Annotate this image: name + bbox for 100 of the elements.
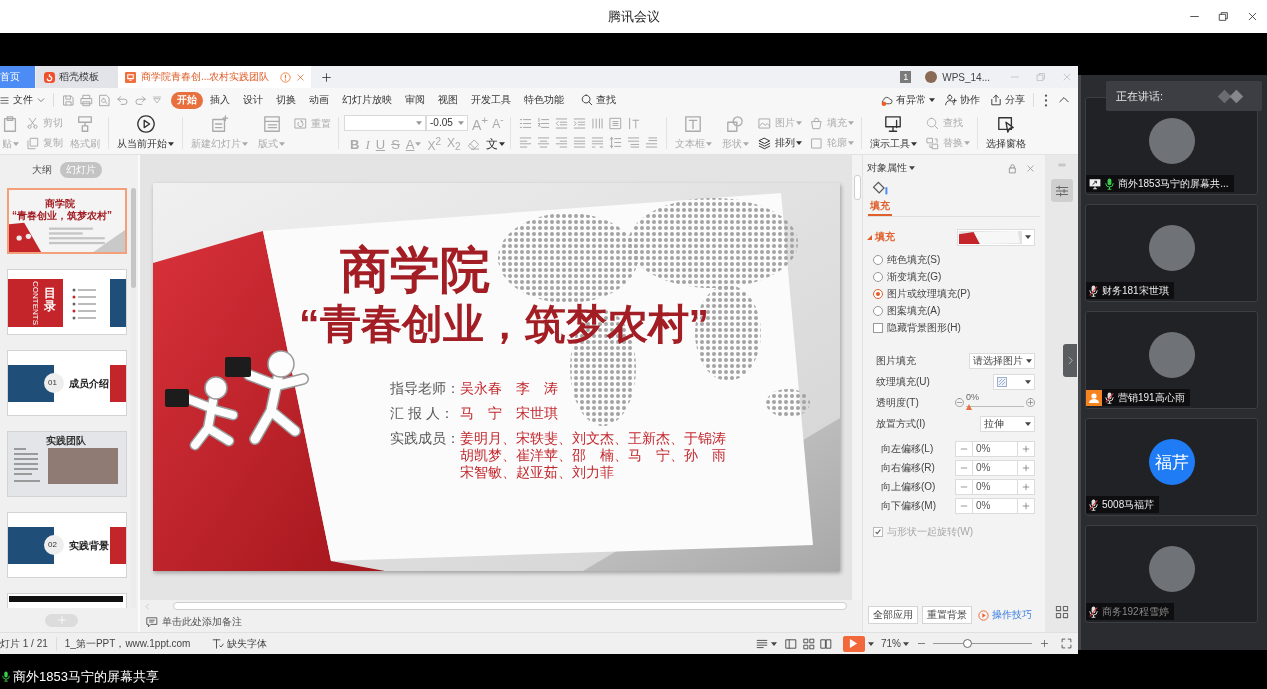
slide-sorter-icon[interactable] xyxy=(803,637,815,650)
collaborate-button[interactable]: 协作 xyxy=(945,93,980,107)
document-tab[interactable]: 商学院青春创...农村实践团队 xyxy=(118,66,312,88)
fit-to-window-icon[interactable] xyxy=(1061,638,1072,649)
ribbon-tab[interactable]: 幻灯片放映 xyxy=(336,91,398,109)
scrollbar-thumb[interactable] xyxy=(853,175,861,200)
slideshow-button[interactable] xyxy=(843,635,865,652)
undo-icon[interactable] xyxy=(116,93,129,107)
notes-field[interactable]: 单击此处添加备注 xyxy=(162,615,242,629)
offset-stepper[interactable]: 0% xyxy=(955,440,1035,457)
slide-thumbnail[interactable]: 01 成员介绍 xyxy=(7,350,127,416)
paragraph-spacing-icon[interactable] xyxy=(644,136,658,149)
plus-icon[interactable] xyxy=(1022,444,1030,453)
ribbon-tab[interactable]: 开发工具 xyxy=(465,91,517,109)
redo-icon[interactable] xyxy=(134,93,147,107)
search-button[interactable]: 查找 xyxy=(581,93,616,107)
ribbon-tab[interactable]: 视图 xyxy=(432,91,464,109)
offset-stepper[interactable]: 0% xyxy=(955,497,1035,514)
slide-thumbnail[interactable]: 02 实践背景 xyxy=(7,512,127,578)
zoom-in-icon[interactable] xyxy=(1040,639,1049,648)
offset-stepper[interactable]: 0% xyxy=(955,459,1035,476)
document-tab[interactable]: 稻壳模板 xyxy=(36,66,118,88)
arrange-button[interactable]: 排列 xyxy=(757,134,802,152)
text-box-align-icon[interactable] xyxy=(608,117,622,130)
file-menu[interactable]: 文件 xyxy=(0,93,45,107)
muted-microphone-icon[interactable] xyxy=(1105,391,1114,404)
panel-button[interactable]: 全部应用 xyxy=(868,606,918,624)
radio-button[interactable] xyxy=(873,288,883,299)
ribbon-tab[interactable]: 动画 xyxy=(303,91,335,109)
lock-icon[interactable] xyxy=(1007,162,1018,174)
participant-tile[interactable]: 商务192程雪婷 xyxy=(1085,525,1258,623)
collapse-panel-button[interactable] xyxy=(1063,344,1077,377)
missing-fonts-button[interactable]: 缺失字体 xyxy=(212,636,268,651)
restore-icon[interactable] xyxy=(1218,11,1229,22)
ribbon-tab[interactable]: 插入 xyxy=(204,91,236,109)
ribbon-tab[interactable]: 设计 xyxy=(237,91,269,109)
normal-view-icon[interactable] xyxy=(785,637,797,650)
play-from-current-button[interactable]: 从当前开始 xyxy=(116,112,175,154)
bulleted-list-icon[interactable] xyxy=(518,117,532,130)
share-button[interactable]: 分享 xyxy=(990,93,1025,107)
line-spacing-icon[interactable] xyxy=(608,136,622,149)
zoom-slider-thumb[interactable] xyxy=(962,639,972,648)
slide-thumbnail[interactable]: 实践团队 xyxy=(7,431,127,497)
font-size-field[interactable]: -0.05 xyxy=(426,114,468,131)
properties-pane-button[interactable] xyxy=(1050,179,1073,202)
radio-button[interactable] xyxy=(873,254,883,265)
decrease-indent-icon[interactable] xyxy=(554,117,568,130)
object-properties-menu[interactable]: 对象属性 xyxy=(867,161,915,175)
radio-button[interactable] xyxy=(873,305,883,316)
muted-microphone-icon[interactable] xyxy=(1089,498,1098,511)
participant-tile[interactable]: 福芹 5008马福芹 xyxy=(1085,418,1258,516)
participant-tile[interactable]: 营销191高心雨 xyxy=(1085,311,1258,409)
tips-link[interactable]: 操作技巧 xyxy=(978,608,1032,622)
align-right-icon[interactable] xyxy=(554,136,568,149)
panel-button[interactable]: 重置背景 xyxy=(922,606,972,624)
paragraph-spacing-icon[interactable] xyxy=(626,136,640,149)
muted-microphone-icon[interactable] xyxy=(1089,605,1098,618)
transparency-slider-track[interactable]: 0% xyxy=(966,393,1024,412)
muted-microphone-icon[interactable] xyxy=(1089,284,1098,297)
align-center-icon[interactable] xyxy=(536,136,550,149)
font-name-field[interactable] xyxy=(344,114,426,131)
presenter-tools-button[interactable]: 演示工具 xyxy=(868,112,918,154)
radio-button[interactable] xyxy=(873,271,883,282)
more-icon[interactable] xyxy=(1044,93,1048,107)
zoom-level-button[interactable]: 71% xyxy=(881,638,909,649)
placement-dropdown[interactable]: 拉伸 xyxy=(980,415,1035,432)
option-label[interactable]: 隐藏背景图形(H) xyxy=(887,320,961,335)
text-direction-icon[interactable] xyxy=(626,117,640,130)
print-preview-icon[interactable] xyxy=(98,93,111,107)
slider-thumb[interactable] xyxy=(966,403,972,410)
distribute-icon[interactable] xyxy=(590,136,604,149)
sync-status-button[interactable]: 有异常 xyxy=(880,93,935,107)
increase-indent-icon[interactable] xyxy=(572,117,586,130)
align-left-icon[interactable] xyxy=(518,136,532,149)
new-tab-icon[interactable] xyxy=(321,71,333,83)
close-tab-icon[interactable] xyxy=(296,72,306,82)
customize-toolbar-icon[interactable] xyxy=(152,95,162,105)
checkbox[interactable] xyxy=(873,322,883,333)
save-icon[interactable] xyxy=(62,93,75,107)
texture-dropdown[interactable] xyxy=(993,373,1035,390)
print-icon[interactable] xyxy=(80,93,93,107)
selection-pane-button[interactable]: 选择窗格 xyxy=(984,112,1027,154)
plus-icon[interactable] xyxy=(1022,482,1030,491)
offset-stepper[interactable]: 0% xyxy=(955,478,1035,495)
account-name[interactable]: WPS_14... xyxy=(942,71,990,83)
minus-icon[interactable] xyxy=(955,398,964,407)
avatar-placeholder[interactable] xyxy=(925,71,938,83)
reading-view-icon[interactable] xyxy=(820,637,832,650)
scrollbar-thumb[interactable] xyxy=(173,602,847,610)
ribbon-tab[interactable]: 切换 xyxy=(270,91,302,109)
option-label[interactable]: 图片或纹理填充(P) xyxy=(887,286,971,301)
columns-icon[interactable] xyxy=(590,117,604,130)
option-label[interactable]: 纯色填充(S) xyxy=(887,252,941,267)
option-label[interactable]: 渐变填充(G) xyxy=(887,269,942,284)
close-icon[interactable] xyxy=(1247,11,1258,22)
justify-icon[interactable] xyxy=(572,136,586,149)
slide-thumbnail[interactable]: 商学院 “青春创业，筑梦农村” xyxy=(7,188,127,254)
option-label[interactable]: 图案填充(A) xyxy=(887,303,941,318)
notes-view-icon[interactable] xyxy=(756,637,768,650)
plus-icon[interactable] xyxy=(1022,463,1030,472)
